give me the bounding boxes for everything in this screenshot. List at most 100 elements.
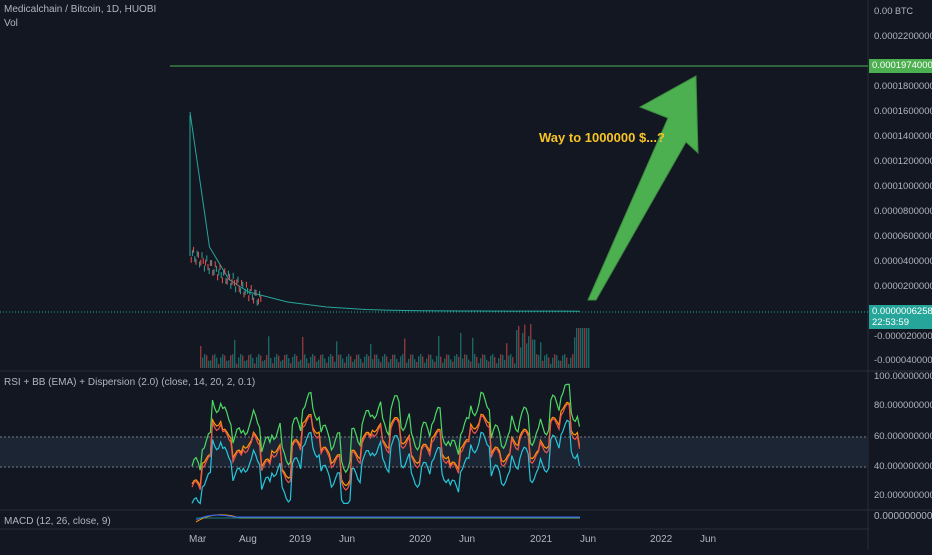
price-tick-label: -0.0000200000: [874, 331, 932, 342]
volume-bar: [588, 328, 590, 368]
volume-bar: [504, 359, 506, 368]
volume-bar: [412, 354, 414, 368]
volume-bar: [430, 354, 432, 368]
volume-bar: [502, 355, 504, 368]
macd-title[interactable]: MACD (12, 26, close, 9): [4, 516, 111, 527]
price-series: [189, 111, 581, 312]
volume-bar: [534, 339, 536, 368]
volume-bar: [490, 355, 492, 368]
volume-bar: [520, 347, 522, 368]
volume-bar: [406, 362, 408, 368]
volume-bar: [228, 360, 230, 368]
volume-bar: [278, 355, 280, 368]
volume-bar: [416, 361, 418, 368]
annotation-text[interactable]: Way to 1000000 $...?: [539, 130, 665, 145]
volume-bar: [262, 361, 264, 368]
time-axis-label: Jun: [580, 534, 597, 545]
volume-bar: [270, 358, 272, 368]
volume-bar: [354, 359, 356, 368]
volume-bar: [298, 361, 300, 368]
volume-bar: [292, 356, 294, 368]
volume-bar: [486, 359, 488, 368]
currency-badge[interactable]: BTC: [893, 6, 915, 16]
volume-bar: [342, 358, 344, 368]
volume-bar: [414, 359, 416, 368]
volume-bar: [260, 355, 262, 368]
volume-bar: [428, 354, 430, 368]
time-axis-label: Aug: [239, 534, 257, 545]
volume-bar: [470, 361, 472, 368]
hline-price-badge: 0.0001974000: [869, 59, 932, 73]
volume-bar: [538, 355, 540, 368]
price-tick-label: 0.0000800000: [874, 206, 932, 217]
volume-bar: [356, 354, 358, 368]
rsi-tick-label: 20.0000000000: [874, 490, 932, 501]
volume-bar: [302, 336, 304, 368]
volume-bar: [578, 328, 580, 368]
volume-bar: [480, 358, 482, 368]
volume-bar: [468, 359, 470, 368]
symbol-title[interactable]: Medicalchain / Bitcoin, 1D, HUOBI: [4, 4, 156, 15]
volume-bar: [400, 356, 402, 368]
volume-bar: [548, 357, 550, 368]
volume-bar: [364, 356, 366, 368]
hline-price-label: 0.0001974000: [872, 60, 932, 71]
volume-bar: [280, 361, 282, 368]
price-line: [189, 111, 581, 312]
volume-bar: [498, 358, 500, 368]
volume-bar: [418, 356, 420, 368]
volume-bar: [222, 354, 224, 368]
volume-bar: [200, 346, 202, 368]
volume-bar: [388, 362, 390, 368]
volume-bar: [398, 362, 400, 368]
volume-bar: [512, 357, 514, 368]
volume-bar: [240, 354, 242, 368]
volume-bar: [564, 354, 566, 368]
volume-bar: [424, 362, 426, 368]
volume-bar: [220, 357, 222, 368]
volume-bar: [304, 354, 306, 368]
rsi-tick-label: 100.0000000000: [874, 371, 932, 382]
volume-bar: [254, 363, 256, 368]
volume-bar: [546, 354, 548, 368]
volume-bar: [282, 359, 284, 368]
volume-bar: [242, 355, 244, 368]
volume-bar: [310, 356, 312, 368]
volume-bar: [446, 354, 448, 368]
rsi-tick-label: 80.0000000000: [874, 400, 932, 411]
price-tick-label: 0.0001400000: [874, 131, 932, 142]
time-axis-label: 2019: [289, 534, 312, 545]
volume-bar: [494, 357, 496, 368]
volume-bar: [456, 354, 458, 368]
volume-bar: [392, 354, 394, 368]
volume-bar: [238, 357, 240, 368]
volume-bar: [544, 355, 546, 368]
volume-bar: [452, 361, 454, 368]
volume-bar: [528, 336, 530, 368]
volume-bar: [464, 354, 466, 368]
volume-bar: [454, 355, 456, 368]
rsi-tick-label: 40.0000000000: [874, 461, 932, 472]
volume-bar: [348, 354, 350, 368]
rsi-title[interactable]: RSI + BB (EMA) + Dispersion (2.0) (close…: [4, 377, 255, 388]
volume-bar: [462, 358, 464, 368]
volume-bar: [276, 354, 278, 368]
price-tick-label: 0.0001000000: [874, 181, 932, 192]
volume-bar: [526, 343, 528, 368]
volume-label[interactable]: Vol: [4, 18, 18, 29]
volume-bar: [508, 355, 510, 368]
volume-bar: [488, 361, 490, 368]
time-axis-label: Jun: [700, 534, 717, 545]
volume-bar: [210, 360, 212, 368]
volume-bar: [266, 355, 268, 368]
volume-bar: [436, 356, 438, 368]
volume-bar: [496, 363, 498, 368]
volume-bar: [288, 358, 290, 368]
volume-bar: [396, 359, 398, 368]
volume-bar: [294, 354, 296, 368]
up-arrow-icon[interactable]: [587, 75, 699, 301]
volume-bar: [214, 354, 216, 368]
price-tick-label: 0.0000600000: [874, 231, 932, 242]
volume-bar: [250, 354, 252, 368]
last-price-label: 0.0000006258: [872, 306, 932, 317]
